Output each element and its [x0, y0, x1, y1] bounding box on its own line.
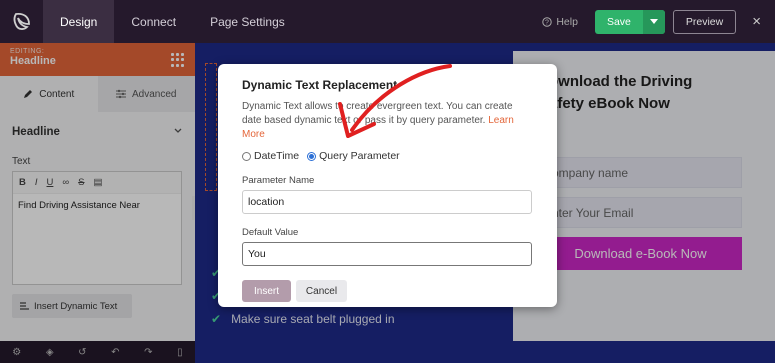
radio-query-parameter[interactable]: Query Parameter [307, 150, 400, 162]
parameter-name-label: Parameter Name [242, 175, 315, 186]
modal-actions: Insert Cancel [242, 280, 533, 302]
modal-description-text: Dynamic Text allows to create evergreen … [242, 101, 513, 126]
svg-text:?: ? [545, 19, 549, 26]
type-radio-group: DateTime Query Parameter [242, 150, 533, 162]
radio-button-datetime[interactable] [242, 151, 251, 161]
radio-query-label: Query Parameter [319, 150, 400, 162]
modal-title: Dynamic Text Replacement [242, 78, 398, 92]
dynamic-text-modal: Dynamic Text Replacement Dynamic Text al… [218, 64, 557, 307]
tab-design[interactable]: Design [43, 0, 115, 43]
help-link[interactable]: ? Help [542, 16, 578, 28]
cancel-button[interactable]: Cancel [296, 280, 347, 302]
radio-datetime-label: DateTime [254, 150, 300, 162]
radio-button-query[interactable] [307, 151, 317, 161]
save-button[interactable]: Save [595, 10, 643, 34]
seedprod-logo-icon[interactable] [0, 0, 43, 43]
modal-description: Dynamic Text allows to create evergreen … [242, 100, 522, 142]
save-button-group: Save [594, 9, 665, 34]
tab-page-settings[interactable]: Page Settings [193, 0, 302, 43]
preview-button[interactable]: Preview [672, 9, 737, 34]
default-value-input[interactable]: You [242, 242, 532, 266]
insert-button[interactable]: Insert [242, 280, 291, 302]
save-dropdown-button[interactable] [642, 9, 665, 34]
tab-connect[interactable]: Connect [114, 0, 193, 43]
caret-down-icon [649, 19, 658, 24]
help-label: Help [556, 15, 578, 28]
help-icon: ? [542, 16, 553, 27]
default-value-label: Default Value [242, 227, 299, 238]
top-bar: Design Connect Page Settings ? Help Save… [0, 0, 775, 43]
radio-datetime[interactable]: DateTime [242, 150, 299, 162]
parameter-name-input[interactable]: location [242, 190, 532, 214]
close-icon[interactable]: × [752, 13, 761, 30]
